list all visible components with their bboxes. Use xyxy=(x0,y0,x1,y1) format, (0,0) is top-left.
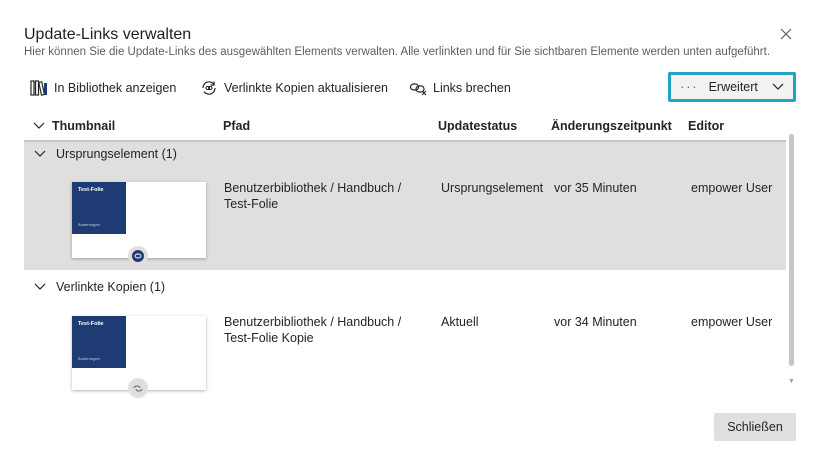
link-badge-icon xyxy=(128,378,148,398)
broken-link-icon xyxy=(409,83,427,96)
row-status: Ursprungselement xyxy=(441,181,544,195)
linked-elements-table: Thumbnail Pfad Updatestatus Änderungszei… xyxy=(24,112,786,398)
group-label: Verlinkte Kopien (1) xyxy=(56,280,166,294)
more-icon: ··· xyxy=(680,80,699,94)
show-in-library-button[interactable]: In Bibliothek anzeigen xyxy=(30,72,176,104)
advanced-menu-button[interactable]: ··· Erweitert xyxy=(668,72,796,102)
table-row[interactable]: Test-Folie Änderungen Benutzerbibliothek… xyxy=(24,304,786,398)
column-editor[interactable]: Editor xyxy=(688,119,724,133)
advanced-label: Erweitert xyxy=(708,80,758,94)
scroll-down-arrow-icon[interactable]: ▼ xyxy=(788,378,795,385)
row-changed: vor 35 Minuten xyxy=(554,181,637,195)
thumbnail-subtitle: Änderungen xyxy=(78,356,100,361)
library-icon xyxy=(30,80,47,96)
update-linked-copies-label: Verlinkte Kopien aktualisieren xyxy=(224,81,388,95)
slide-thumbnail: Test-Folie Änderungen xyxy=(72,182,206,266)
thumbnail-title: Test-Folie xyxy=(78,321,104,327)
close-button[interactable]: Schließen xyxy=(714,413,796,441)
thumbnail-title: Test-Folie xyxy=(78,187,104,193)
slide-thumbnail: Test-Folie Änderungen xyxy=(72,316,206,398)
column-thumbnail[interactable]: Thumbnail xyxy=(52,119,115,133)
dialog-subtitle: Hier können Sie die Update-Links des aus… xyxy=(24,46,771,58)
update-linked-copies-button[interactable]: Verlinkte Kopien aktualisieren xyxy=(200,72,388,104)
chevron-down-icon xyxy=(34,150,46,157)
group-header-linked-copies[interactable]: Verlinkte Kopien (1) xyxy=(24,275,786,301)
row-editor: empower User xyxy=(691,181,773,195)
column-path[interactable]: Pfad xyxy=(223,119,250,133)
row-path: Benutzerbibliothek / Handbuch / Test-Fol… xyxy=(224,181,402,211)
chevron-down-icon xyxy=(34,283,46,290)
row-status: Aktuell xyxy=(441,315,479,329)
scrollbar-thumb[interactable] xyxy=(789,134,794,366)
refresh-link-icon xyxy=(202,81,216,95)
dialog-title: Update-Links verwalten xyxy=(24,26,192,43)
row-changed: vor 34 Minuten xyxy=(554,315,637,329)
vertical-scrollbar[interactable]: ▼ xyxy=(786,128,796,390)
break-links-label: Links brechen xyxy=(433,81,511,95)
thumbnail-subtitle: Änderungen xyxy=(78,222,100,227)
show-in-library-label: In Bibliothek anzeigen xyxy=(54,81,177,95)
break-links-button[interactable]: Links brechen xyxy=(409,72,511,104)
group-header-origin[interactable]: Ursprungselement (1) xyxy=(24,142,786,168)
group-label: Ursprungselement (1) xyxy=(56,147,177,161)
column-update-status[interactable]: Updatestatus xyxy=(438,119,517,133)
close-icon[interactable] xyxy=(776,24,796,44)
manage-update-links-dialog: Update-Links verwalten Hier können Sie d… xyxy=(0,0,820,469)
toolbar: In Bibliothek anzeigen Verlinkte Kopien … xyxy=(24,72,798,104)
column-changed-time[interactable]: Änderungszeitpunkt xyxy=(551,119,672,133)
table-header: Thumbnail Pfad Updatestatus Änderungszei… xyxy=(24,112,786,142)
row-editor: empower User xyxy=(691,315,773,329)
collapse-all-chevron-icon[interactable] xyxy=(33,122,45,130)
link-badge-icon xyxy=(128,246,148,266)
row-path: Benutzerbibliothek / Handbuch / Test-Fol… xyxy=(224,315,402,345)
chevron-down-icon xyxy=(772,83,784,90)
table-row[interactable]: Test-Folie Änderungen Benutzerbibliothek… xyxy=(24,168,786,270)
